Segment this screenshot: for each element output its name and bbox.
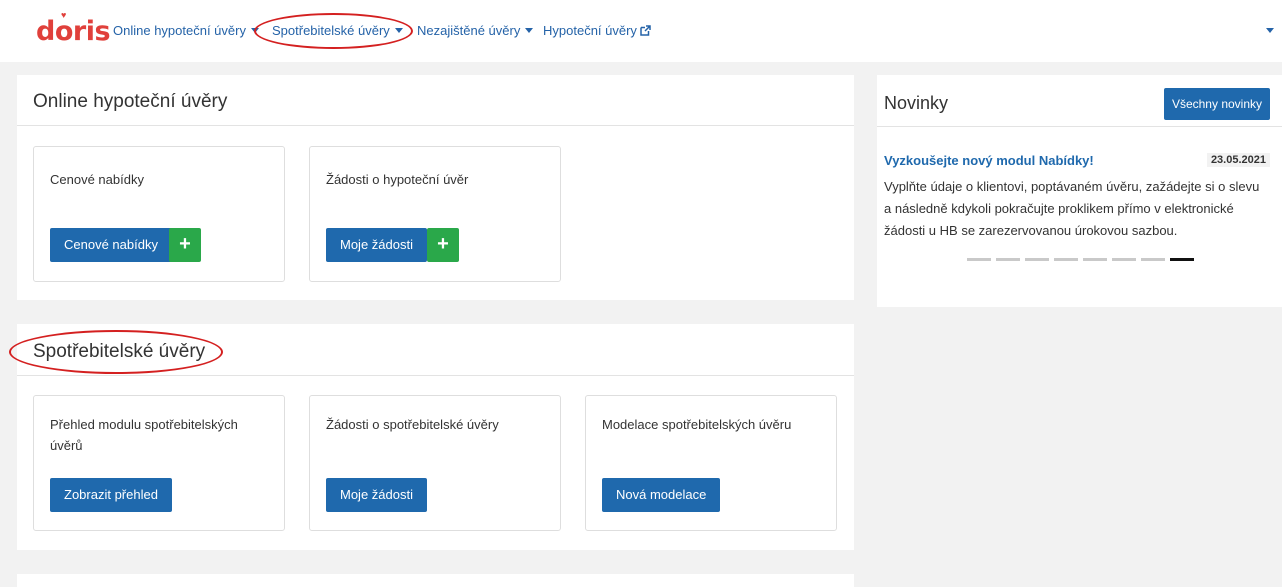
panel-next-section [17,574,854,587]
carousel-indicator[interactable] [1141,258,1165,261]
user-menu-chevron-icon[interactable] [1266,28,1274,33]
panel-novinky: Novinky Všechny novinky Vyzkoušejte nový… [877,75,1282,307]
news-date-badge: 23.05.2021 [1206,153,1270,167]
panel-header: Spotřebitelské úvěry [17,324,854,376]
add-zadost-button[interactable]: + [427,228,459,262]
card-cenove-nabidky: Cenové nabídky Cenové nabídky + [33,146,285,282]
panel-spotrebitelske-uvery: Spotřebitelské úvěry Přehled modulu spot… [17,324,854,550]
moje-zadosti-button[interactable]: Moje žádosti [326,228,427,262]
news-headline-link[interactable]: Vyzkoušejte nový modul Nabídky! [884,153,1094,168]
vsechny-novinky-button[interactable]: Všechny novinky [1163,88,1270,120]
carousel-indicator[interactable] [1025,258,1049,261]
card-prehled-modulu: Přehled modulu spotřebitelských úvěrů Zo… [33,395,285,531]
nav-item-nezajistene-uvery[interactable]: Nezajištěné úvěry [417,23,534,38]
card-title: Žádosti o hypoteční úvěr [326,172,469,187]
card-zadosti-o-spotrebitelske-uvery: Žádosti o spotřebitelské úvěry Moje žádo… [309,395,561,531]
chevron-down-icon [250,28,259,33]
logo[interactable]: doris [36,16,111,47]
panel-header: Novinky Všechny novinky [877,75,1282,127]
cenove-nabidky-button[interactable]: Cenové nabídky [50,228,172,262]
panel-header: Online hypoteční úvěry [17,75,854,126]
carousel-indicator[interactable] [1112,258,1136,261]
carousel-indicators [967,258,1194,261]
panel-title: Novinky [884,93,949,113]
logo-heart-icon: ♥ [61,10,67,20]
carousel-indicator[interactable] [1054,258,1078,261]
nav-item-online-hypotecni-uvery[interactable]: Online hypoteční úvěry [113,23,259,38]
nav-item-label: Hypoteční úvěry [543,23,637,38]
navbar: doris ♥ Online hypoteční úvěry Spotřebit… [0,0,1282,62]
card-zadosti-o-hypotecni-uver: Žádosti o hypoteční úvěr Moje žádosti + [309,146,561,282]
nav-item-label: Spotřebitelské úvěry [272,23,390,38]
nav-item-label: Online hypoteční úvěry [113,23,246,38]
carousel-indicator[interactable] [967,258,991,261]
card-modelace-spotrebitelskych-uveru: Modelace spotřebitelských úvěru Nová mod… [585,395,837,531]
zobrazit-prehled-button[interactable]: Zobrazit přehled [50,478,172,512]
card-title: Přehled modulu spotřebitelských úvěrů [50,417,238,453]
chevron-down-icon [525,28,534,33]
card-title: Žádosti o spotřebitelské úvěry [326,417,499,432]
nav-item-hypotecni-uvery[interactable]: Hypoteční úvěry [543,23,651,39]
carousel-indicator[interactable] [1083,258,1107,261]
nova-modelace-button[interactable]: Nová modelace [602,478,721,512]
news-text: Vyplňte údaje o klientovi, poptávaném úv… [884,179,1260,238]
panel-title: Spotřebitelské úvěry [33,341,206,362]
carousel-indicator-active[interactable] [1170,258,1194,261]
nav-item-spotrebitelske-uvery[interactable]: Spotřebitelské úvěry [272,23,403,38]
right-empty-area [870,317,1282,587]
external-link-icon [640,24,651,39]
card-title: Cenové nabídky [50,172,144,187]
nav-item-label: Nezajištěné úvěry [417,23,521,38]
panel-online-hypotecni-uvery: Online hypoteční úvěry Cenové nabídky Ce… [17,75,854,300]
panel-title: Online hypoteční úvěry [33,91,228,112]
moje-zadosti-button[interactable]: Moje žádosti [326,478,427,512]
card-title: Modelace spotřebitelských úvěru [602,417,792,432]
chevron-down-icon [394,28,403,33]
carousel-indicator[interactable] [996,258,1020,261]
add-cenova-nabidka-button[interactable]: + [169,228,201,262]
